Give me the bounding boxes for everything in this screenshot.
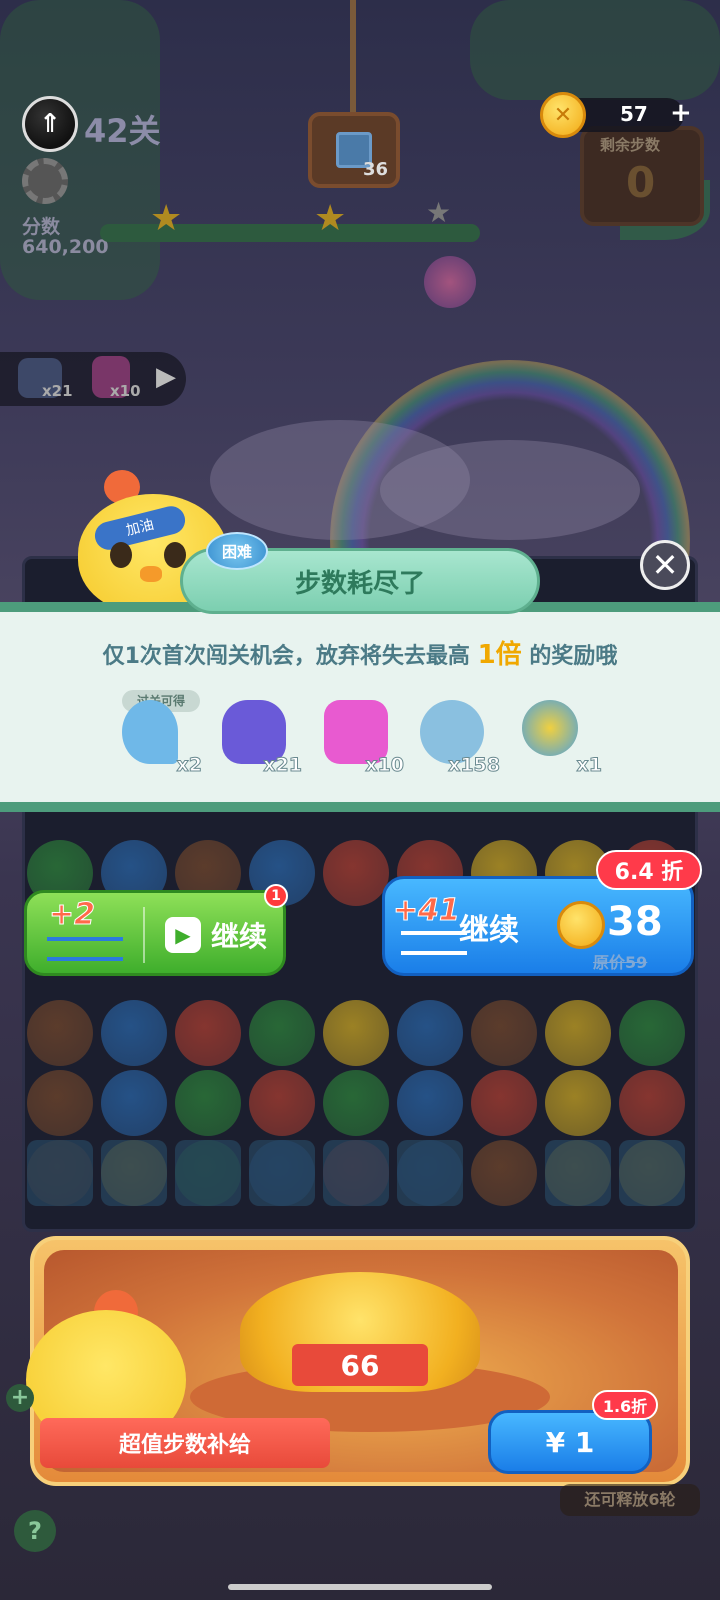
close-icon: ✕	[651, 546, 679, 584]
hippo-piece	[397, 1070, 463, 1136]
star-icon: ★	[150, 198, 183, 239]
hippo-piece	[397, 1000, 463, 1066]
reward-hook: x2	[122, 700, 203, 777]
boost-toggle-button[interactable]: ⇑	[22, 96, 78, 152]
reward-bag: x21	[222, 700, 302, 777]
flower-tile	[249, 1140, 315, 1206]
popup-title: 步数耗尽了	[294, 568, 425, 599]
reward-count: x1	[576, 754, 603, 777]
reward-count: x21	[263, 754, 303, 777]
bear-piece	[27, 1070, 93, 1136]
tool-count: x21	[42, 382, 73, 400]
close-button[interactable]: ✕	[640, 540, 690, 590]
reward-color-bomb: x1	[522, 700, 603, 777]
score-value: 640,200	[22, 236, 109, 258]
reward-lightning: x10	[324, 700, 404, 777]
help-icon[interactable]: ?	[14, 1510, 56, 1552]
score-label: 分数	[22, 216, 61, 238]
tool-count: x10	[110, 382, 141, 400]
frog-piece	[249, 1000, 315, 1066]
coin-price: 38	[607, 899, 663, 945]
moves-label: 剩余步数	[600, 136, 661, 154]
plus-moves: +41	[393, 893, 461, 929]
fox-piece	[619, 1070, 685, 1136]
continue-ad-button[interactable]: +2 ▶ 继续	[24, 890, 286, 976]
chick-piece	[545, 1070, 611, 1136]
reward-count: x10	[365, 754, 405, 777]
star-icon: ★	[426, 196, 452, 229]
double-chevron-up-icon: ⇑	[39, 109, 61, 139]
message-prefix: 仅1次首次闯关机会，放弃将失去最高	[102, 644, 478, 669]
coin-icon: ✕	[540, 92, 586, 138]
swap-arrows-icon	[47, 937, 123, 961]
bear-piece	[471, 1000, 537, 1066]
notification-badge: 1	[264, 884, 288, 908]
divider	[143, 907, 145, 963]
hippo-piece	[101, 1000, 167, 1066]
plus-moves: +2	[48, 897, 96, 933]
coin-icon	[557, 901, 605, 949]
flower-tile	[397, 1140, 463, 1206]
chick-piece	[323, 1000, 389, 1066]
color-bomb-icon	[522, 700, 578, 756]
rope	[350, 0, 356, 114]
chick-piece	[545, 1000, 611, 1066]
continue-label: 继续	[459, 913, 519, 948]
popup-message: 仅1次首次闯关机会，放弃将失去最高 1倍 的奖励哦	[0, 634, 720, 671]
target-goal: 36	[308, 112, 400, 188]
message-suffix: 的奖励哦	[521, 644, 618, 669]
home-indicator[interactable]	[228, 1584, 492, 1590]
discount-badge: 1.6折	[592, 1390, 658, 1420]
chick-beak	[140, 566, 162, 582]
frog-piece	[175, 1070, 241, 1136]
flower-tile	[323, 1140, 389, 1206]
video-play-icon: ▶	[165, 917, 201, 953]
chick-eye	[164, 542, 186, 568]
reward-count: x158	[448, 754, 501, 777]
expand-arrow-icon[interactable]: ▶	[156, 362, 176, 392]
bear-piece	[471, 1140, 537, 1206]
coin-amount-ribbon: 66	[292, 1344, 428, 1386]
offer-label: 超值步数补给	[40, 1418, 330, 1468]
coin-count: 57	[620, 102, 648, 126]
reward-count: x2	[176, 754, 203, 777]
bear-piece	[27, 1000, 93, 1066]
continue-coins-button[interactable]: +41 继续 38 原价59	[382, 876, 694, 976]
fox-piece	[249, 1070, 315, 1136]
fox-piece	[471, 1070, 537, 1136]
target-count: 36	[362, 159, 388, 180]
swap-arrows-icon	[401, 931, 467, 955]
fox-piece	[175, 1000, 241, 1066]
settings-gear-icon[interactable]	[22, 158, 68, 204]
continue-label: 继续	[211, 920, 268, 953]
tool-tray: x21 x10 ▶	[0, 352, 186, 406]
reward-magnifier: x158	[420, 700, 500, 777]
release-counter: 还可释放6轮	[560, 1484, 700, 1516]
frog-piece	[619, 1000, 685, 1066]
fox-piece	[323, 840, 389, 906]
frog-piece	[323, 1070, 389, 1136]
background-vine	[470, 0, 720, 100]
star-icon: ★	[314, 198, 347, 239]
flower-tile	[101, 1140, 167, 1206]
moves-value: 0	[626, 158, 656, 207]
discount-badge: 6.4 折	[596, 850, 702, 890]
flower-tile	[175, 1140, 241, 1206]
flower-tile	[545, 1140, 611, 1206]
message-highlight: 1倍	[477, 640, 522, 670]
difficulty-badge: 困难	[206, 532, 268, 570]
add-coins-button[interactable]: +	[670, 98, 692, 128]
level-label: 42关	[84, 112, 161, 150]
flower-tile	[619, 1140, 685, 1206]
chick-eye	[110, 542, 132, 568]
background-cloud	[380, 440, 640, 540]
original-price: 原价59	[593, 953, 648, 972]
flower-tile	[27, 1140, 93, 1206]
color-bomb-icon	[424, 256, 476, 308]
hippo-piece	[101, 1070, 167, 1136]
hook-icon	[122, 700, 178, 764]
plus-icon[interactable]: +	[6, 1384, 34, 1412]
